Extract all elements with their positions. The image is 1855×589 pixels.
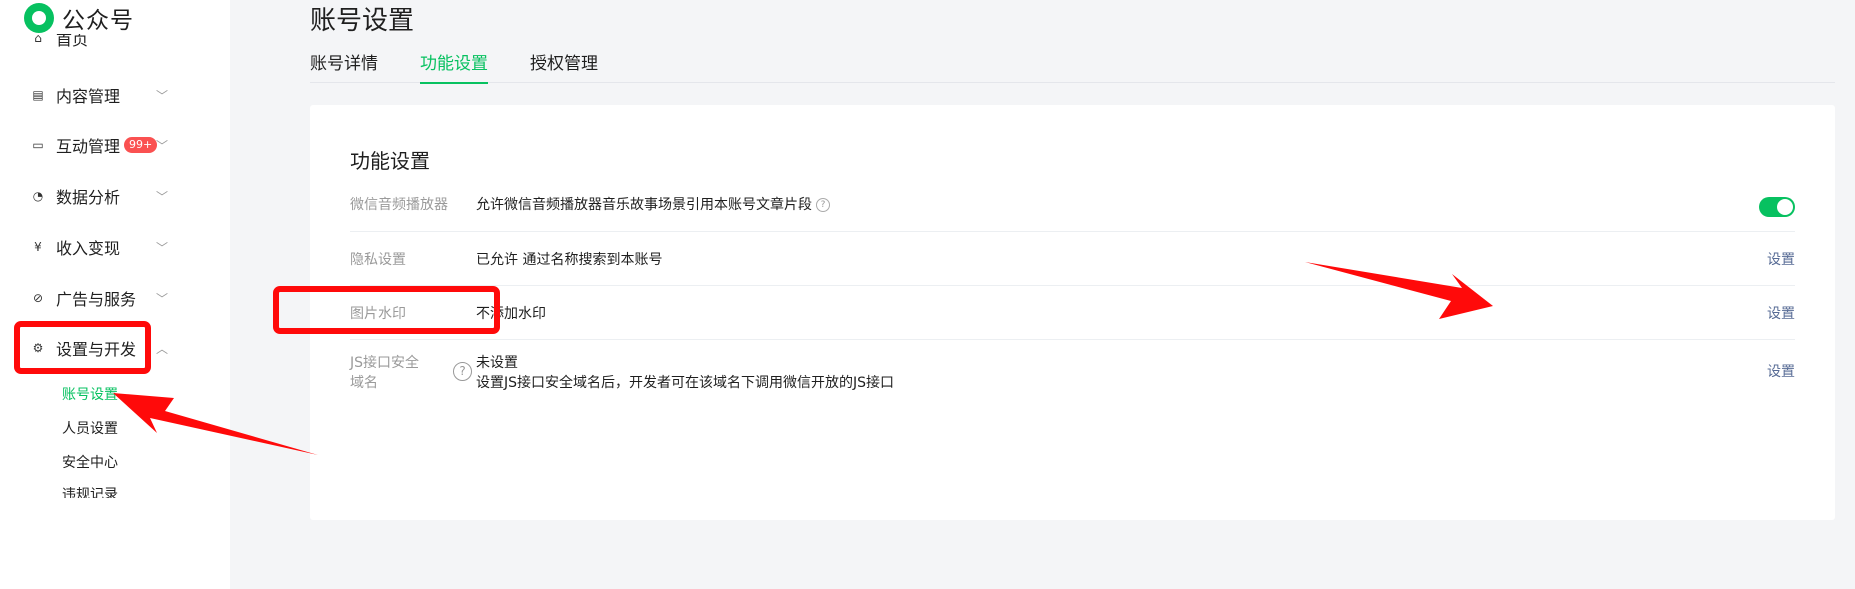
privacy-settings-link[interactable]: 设置	[1767, 249, 1795, 269]
watermark-settings-link[interactable]: 设置	[1767, 303, 1795, 323]
wechat-logo-icon	[24, 3, 54, 33]
home-icon: ⌂	[34, 34, 42, 45]
comment-icon: ▭	[32, 138, 44, 152]
audio-player-toggle[interactable]	[1759, 197, 1795, 217]
sidebar-item-label: 首页	[56, 34, 89, 49]
setting-value: 已允许 通过名称搜索到本账号	[476, 252, 663, 268]
chevron-down-icon: ﹀	[155, 190, 168, 204]
logo[interactable]: 公众号	[24, 0, 134, 36]
tab-authorization[interactable]: 授权管理	[530, 52, 598, 82]
unread-badge: 99+	[124, 137, 158, 153]
setting-value: 未设置 设置JS接口安全域名后，开发者可在该域名下调用微信开放的JS接口	[476, 353, 894, 393]
sidebar-item-label: 广告与服务	[56, 290, 137, 309]
feature-settings-card: 功能设置 微信音频播放器 允许微信音频播放器音乐故事场景引用本账号文章片段? 隐…	[310, 105, 1835, 520]
help-icon[interactable]: ?	[453, 362, 472, 381]
sidebar-subitem-security-center[interactable]: 安全中心	[62, 452, 118, 472]
sidebar-item-analytics[interactable]: ◔ 数据分析 ﹀	[30, 182, 168, 210]
sidebar-item-label: 设置与开发	[56, 340, 137, 359]
yen-icon: ¥	[34, 240, 42, 254]
sidebar: 公众号 ⌂ 首页 ▤ 内容管理 ﹀ ▭ 互动管理 99+ ﹀ ◔ 数据分析 ﹀ …	[0, 0, 230, 589]
tab-feature-settings[interactable]: 功能设置	[420, 52, 488, 84]
setting-row-watermark: 图片水印 不添加水印 设置	[350, 286, 1795, 340]
js-domain-settings-link[interactable]: 设置	[1767, 361, 1795, 381]
setting-row-js-domain: JS接口安全域名 ? 未设置 设置JS接口安全域名后，开发者可在该域名下调用微信…	[350, 340, 1795, 410]
setting-row-privacy: 隐私设置 已允许 通过名称搜索到本账号 设置	[350, 232, 1795, 286]
tab-bar: 账号详情 功能设置 授权管理	[310, 52, 1835, 84]
chevron-down-icon: ﹀	[155, 241, 168, 255]
page-title: 账号设置	[310, 6, 415, 36]
setting-label: 微信音频播放器	[350, 197, 448, 213]
sidebar-item-label: 收入变现	[56, 239, 121, 258]
setting-value: 不添加水印	[476, 306, 546, 322]
logo-text: 公众号	[62, 8, 134, 34]
sidebar-subitem-staff-settings[interactable]: 人员设置	[62, 418, 118, 438]
setting-label: 图片水印	[350, 306, 406, 322]
sidebar-item-monetization[interactable]: ¥ 收入变现 ﹀	[30, 233, 168, 261]
setting-value-text: 未设置	[476, 355, 518, 371]
chevron-down-icon: ﹀	[155, 292, 168, 306]
card-title: 功能设置	[350, 149, 430, 173]
sidebar-item-interaction[interactable]: ▭ 互动管理 99+ ﹀	[30, 131, 168, 159]
setting-value-text: 允许微信音频播放器音乐故事场景引用本账号文章片段	[476, 197, 812, 213]
sidebar-item-label: 互动管理	[56, 137, 121, 156]
sidebar-item-label: 数据分析	[56, 188, 121, 207]
sidebar-item-content[interactable]: ▤ 内容管理 ﹀	[30, 81, 168, 109]
chevron-up-icon: ︿	[155, 342, 168, 356]
chevron-down-icon: ﹀	[155, 139, 168, 153]
sidebar-item-ads[interactable]: ⊘ 广告与服务 ﹀	[30, 284, 168, 312]
chevron-down-icon: ﹀	[155, 89, 168, 103]
sidebar-item-label: 内容管理	[56, 87, 121, 106]
compass-icon: ⊘	[32, 291, 44, 305]
sidebar-item-home[interactable]: ⌂ 首页	[30, 34, 168, 52]
gear-icon: ⚙	[32, 341, 44, 355]
sidebar-subitem-violation-records[interactable]: 违规记录	[62, 484, 118, 498]
pie-chart-icon: ◔	[32, 189, 44, 203]
setting-value: 允许微信音频播放器音乐故事场景引用本账号文章片段?	[476, 194, 830, 214]
setting-label: 隐私设置	[350, 252, 406, 268]
setting-row-audio-player: 微信音频播放器 允许微信音频播放器音乐故事场景引用本账号文章片段?	[350, 175, 1795, 232]
document-icon: ▤	[32, 88, 44, 102]
sidebar-subitem-account-settings[interactable]: 账号设置	[62, 384, 118, 404]
tab-account-details[interactable]: 账号详情	[310, 52, 378, 82]
setting-label: JS接口安全域名	[350, 355, 420, 391]
sidebar-item-settings[interactable]: ⚙ 设置与开发 ︿	[30, 334, 168, 362]
help-icon[interactable]: ?	[816, 198, 830, 212]
setting-description: 设置JS接口安全域名后，开发者可在该域名下调用微信开放的JS接口	[476, 375, 895, 391]
